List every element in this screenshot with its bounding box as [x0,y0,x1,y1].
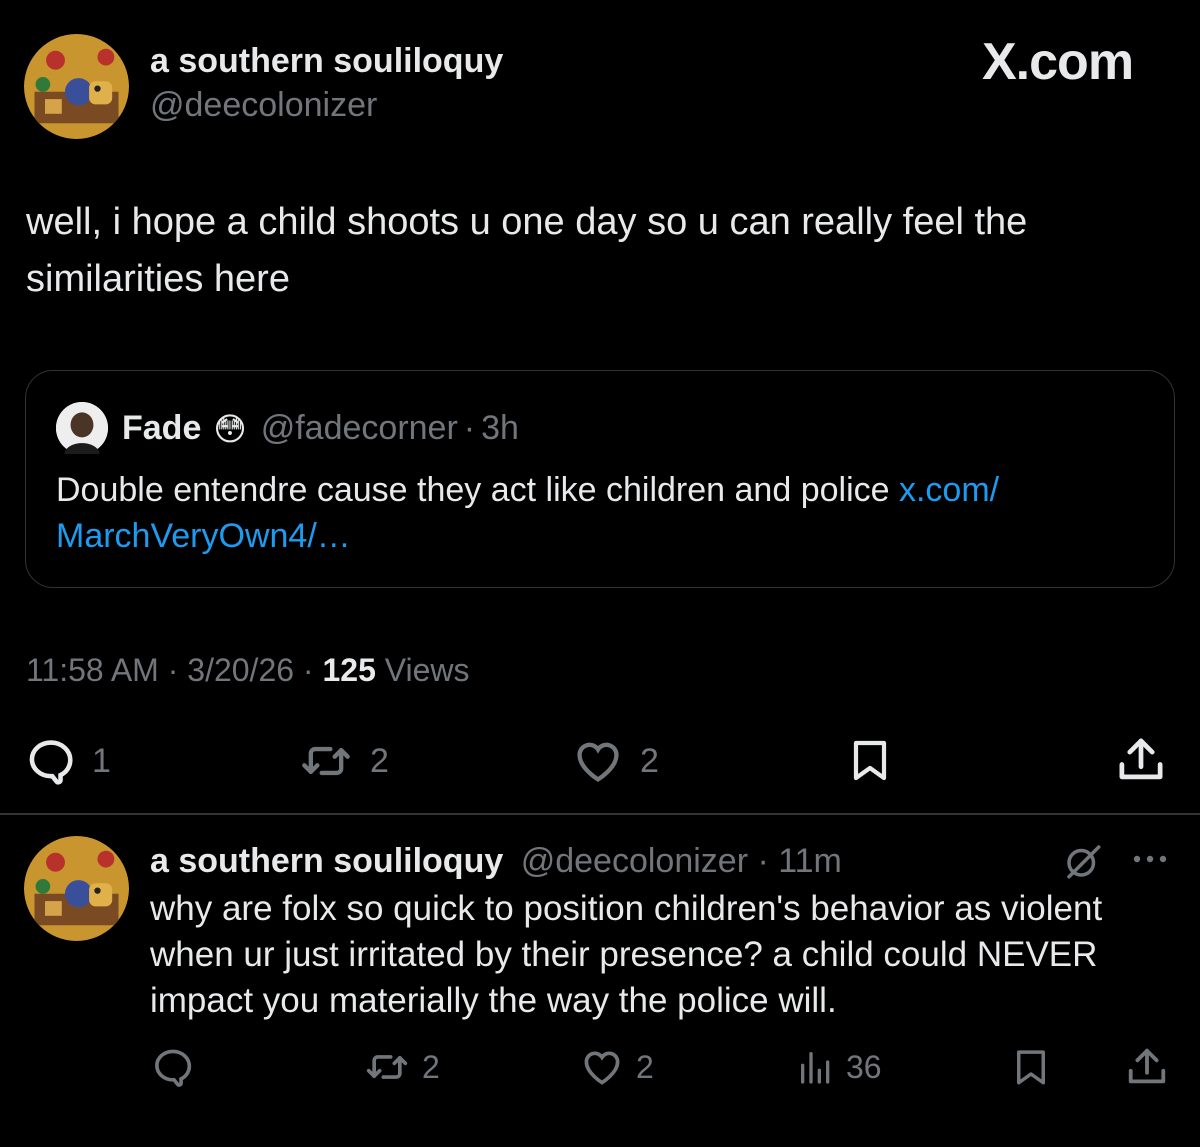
like-count: 2 [640,741,659,780]
brand-logo: X.com [982,33,1134,91]
reply-author-avatar[interactable] [24,836,129,941]
reply-share-button[interactable] [1124,1044,1170,1090]
separator-dot: · [302,652,323,688]
reply-icon [155,1049,192,1087]
more-button[interactable] [1130,845,1170,878]
like-icon [577,742,619,782]
views-icon [801,1052,830,1084]
tweet-meta: 11:58 AM · 3/20/26 · 125 Views [26,652,470,689]
reply-reply-button[interactable] [150,1045,196,1089]
bookmark-button[interactable] [846,733,894,787]
reply-like-button[interactable]: 2 [578,1045,654,1089]
views-count[interactable]: 125 [322,652,375,688]
views-label: Views [384,652,470,688]
like-button[interactable]: 2 [570,735,659,787]
reply-text-line: impact you materially the way the police… [150,981,837,1020]
tweet-text: well, i hope a child shoots u one day so… [26,194,1176,308]
more-icon [1133,855,1167,863]
bookmark-icon [853,740,887,781]
quoted-link-part[interactable]: x.com/ [899,471,999,509]
reply-views-button[interactable]: 36 [796,1045,882,1089]
tweet-text-line: similarities here [26,258,290,300]
quoted-time: 3h [481,409,519,447]
grok-button[interactable] [1062,840,1104,887]
quoted-link-part[interactable]: MarchVeryOwn4/… [56,517,351,555]
reply-time: 11m [778,842,842,880]
reply-icon [29,740,73,785]
reply-author-name[interactable]: a southern souliloquy [150,842,503,880]
reply-retweet-button[interactable]: 2 [362,1045,440,1089]
share-icon [1128,1048,1166,1084]
tweet-time: 11:58 AM [26,652,159,688]
reply-bookmark-button[interactable] [1010,1044,1052,1090]
quoted-text-body: Double entendre cause they act like chil… [56,471,899,509]
retweet-button[interactable]: 2 [296,735,389,787]
reply-header: a southern souliloquy @deecolonizer · 11… [150,842,842,881]
divider [0,813,1200,815]
tweet-text-line: well, i hope a child shoots u one day so… [26,201,1028,243]
separator-dot: · [167,652,188,688]
author-handle[interactable]: @deecolonizer [150,86,377,125]
separator-dot: · [463,409,476,447]
quoted-author-name[interactable]: Fade [122,409,201,448]
reply-text-line: why are folx so quick to position childr… [150,889,1103,928]
retweet-icon [302,746,350,776]
quoted-author-handle[interactable]: @fadecorner [261,409,458,448]
share-button[interactable] [1114,733,1168,787]
quoted-author-avatar[interactable] [56,402,108,454]
flushed-emoji: 😳 [213,410,247,447]
bookmark-icon [1017,1050,1045,1085]
reply-text: why are folx so quick to position childr… [150,886,1180,1024]
reply-author-handle[interactable]: @deecolonizer [521,842,748,880]
like-icon [584,1051,620,1085]
grok-icon [1067,845,1101,879]
reply-count: 1 [92,741,111,780]
reply-text-line: when ur just irritated by their presence… [150,935,1098,974]
author-name[interactable]: a southern souliloquy [150,42,503,81]
author-avatar[interactable] [24,34,129,139]
separator-dot: · [757,842,779,880]
quoted-text: Double entendre cause they act like chil… [56,467,1146,559]
share-icon [1119,738,1163,780]
reply-button[interactable]: 1 [24,735,111,787]
reply-retweet-count: 2 [422,1048,440,1085]
quoted-tweet-card[interactable]: Fade 😳 @fadecorner · 3h Double entendre … [25,370,1175,588]
retweet-count: 2 [370,741,389,780]
tweet-date: 3/20/26 [187,652,295,688]
reply-views-count: 36 [846,1048,882,1085]
retweet-icon [366,1055,408,1079]
reply-like-count: 2 [636,1048,654,1085]
